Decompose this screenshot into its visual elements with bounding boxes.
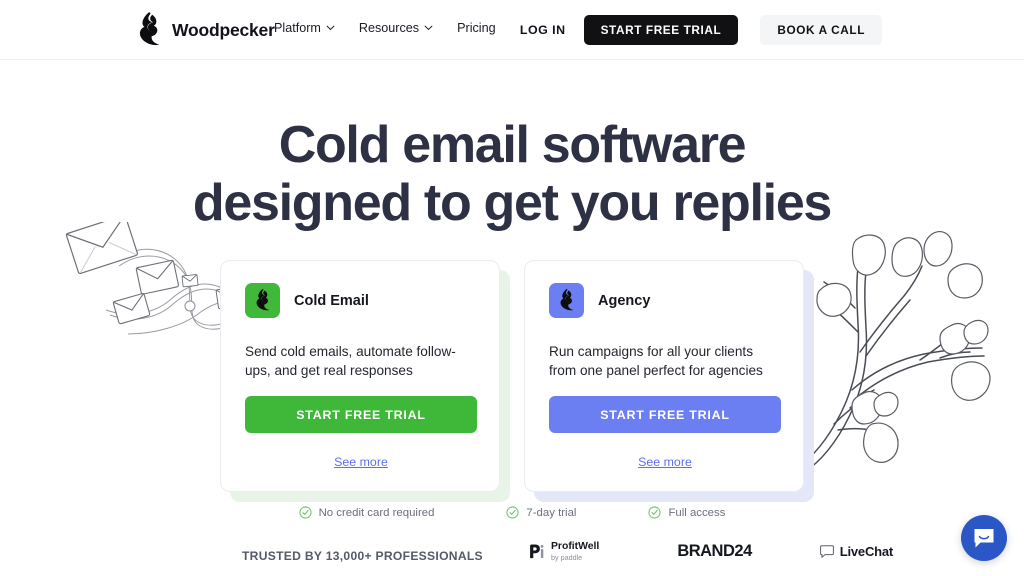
card-description: Send cold emails, automate follow-ups, a… bbox=[245, 344, 456, 378]
leaf-icon bbox=[863, 422, 899, 463]
card-title: Cold Email bbox=[294, 292, 369, 309]
profitwell-wordmark: ProfitWell by paddle bbox=[551, 541, 600, 562]
nav-item-platform[interactable]: Platform bbox=[274, 21, 335, 35]
envelope-icon bbox=[112, 292, 151, 325]
book-a-call-button[interactable]: BOOK A CALL bbox=[760, 15, 882, 45]
card-title: Agency bbox=[598, 292, 651, 309]
leaf-icon bbox=[947, 263, 983, 299]
chevron-down-icon bbox=[326, 25, 335, 31]
site-header: Woodpecker Platform Resources Pricing LO… bbox=[0, 0, 1024, 60]
login-link[interactable]: LOG IN bbox=[502, 23, 584, 37]
envelope-icon bbox=[135, 259, 179, 295]
chat-bubble-smile-icon bbox=[974, 528, 994, 547]
leaf-icon bbox=[923, 231, 953, 267]
leaf-icon bbox=[951, 361, 991, 401]
card-start-free-trial-button[interactable]: START FREE TRIAL bbox=[245, 396, 477, 433]
card-icon-tile bbox=[549, 283, 584, 318]
logo-brand24: BRAND24 bbox=[677, 542, 752, 560]
brand-logo-link[interactable]: Woodpecker bbox=[136, 11, 275, 49]
chevron-down-icon bbox=[424, 25, 433, 31]
header-actions: LOG IN START FREE TRIAL BOOK A CALL bbox=[502, 15, 882, 45]
profitwell-sub: by paddle bbox=[551, 552, 583, 562]
page-title-line-1: Cold email software bbox=[278, 116, 747, 174]
check-circle-icon bbox=[648, 506, 662, 519]
feature-list: No credit card required 7-day trial Full… bbox=[0, 506, 1024, 519]
card-agency: Agency Run campaigns for all your client… bbox=[524, 260, 814, 502]
trusted-by-label: TRUSTED BY 13,000+ PROFESSIONALS bbox=[242, 549, 483, 563]
woodpecker-logo-icon bbox=[256, 288, 270, 311]
card-header: Cold Email bbox=[245, 283, 475, 318]
card-see-more-link[interactable]: See more bbox=[221, 455, 501, 469]
brand-name: Woodpecker bbox=[172, 19, 275, 40]
card-cold-email: Cold Email Send cold emails, automate fo… bbox=[220, 260, 510, 502]
woodpecker-logo-icon bbox=[560, 288, 574, 311]
feature-item: 7-day trial bbox=[506, 506, 576, 519]
main-nav: Platform Resources Pricing bbox=[274, 21, 496, 35]
check-circle-icon bbox=[506, 506, 520, 519]
profitwell-mark-icon bbox=[530, 544, 544, 559]
chat-bubble-icon bbox=[819, 545, 834, 558]
card-description: Run campaigns for all your clients from … bbox=[549, 344, 763, 378]
livechat-name: LiveChat bbox=[839, 544, 894, 559]
tree-branch-leaves-illustration bbox=[801, 231, 991, 469]
leaf-icon bbox=[963, 319, 989, 345]
leaf-icon bbox=[891, 237, 923, 277]
leaf-icon bbox=[816, 282, 852, 317]
nav-item-label: Platform bbox=[274, 21, 321, 35]
card-icon-tile bbox=[245, 283, 280, 318]
start-free-trial-button[interactable]: START FREE TRIAL bbox=[583, 15, 739, 45]
plan-cards: Cold Email Send cold emails, automate fo… bbox=[220, 260, 814, 502]
chat-widget-button[interactable] bbox=[961, 515, 1007, 561]
nav-item-label: Pricing bbox=[457, 21, 496, 35]
profitwell-name: ProfitWell bbox=[551, 541, 600, 553]
card-start-free-trial-button[interactable]: START FREE TRIAL bbox=[549, 396, 781, 433]
feature-item: No credit card required bbox=[298, 506, 435, 519]
feature-item: Full access bbox=[648, 506, 725, 519]
page-title-line-2: designed to get you replies bbox=[192, 174, 832, 232]
feature-label: 7-day trial bbox=[526, 506, 577, 519]
leaf-icon bbox=[851, 234, 886, 276]
client-logos: ProfitWell by paddle BRAND24 LiveChat bbox=[528, 541, 894, 562]
card-header: Agency bbox=[549, 283, 779, 318]
envelope-icon bbox=[181, 274, 199, 288]
card-body: Agency Run campaigns for all your client… bbox=[524, 260, 804, 492]
nav-item-label: Resources bbox=[358, 21, 420, 35]
card-see-more-link[interactable]: See more bbox=[525, 455, 805, 469]
card-body: Cold Email Send cold emails, automate fo… bbox=[220, 260, 500, 492]
logo-livechat: LiveChat bbox=[819, 544, 894, 559]
page-title: Cold email software designed to get you … bbox=[0, 116, 1024, 232]
check-circle-icon bbox=[298, 506, 312, 519]
nav-item-pricing[interactable]: Pricing bbox=[457, 21, 496, 35]
feature-label: Full access bbox=[668, 506, 726, 519]
logo-profitwell: ProfitWell by paddle bbox=[528, 541, 600, 562]
woodpecker-logo-icon bbox=[139, 12, 160, 46]
feature-label: No credit card required bbox=[318, 506, 435, 519]
trusted-by-section: TRUSTED BY 13,000+ PROFESSIONALS ProfitW… bbox=[242, 541, 893, 570]
nav-item-resources[interactable]: Resources bbox=[359, 21, 433, 35]
